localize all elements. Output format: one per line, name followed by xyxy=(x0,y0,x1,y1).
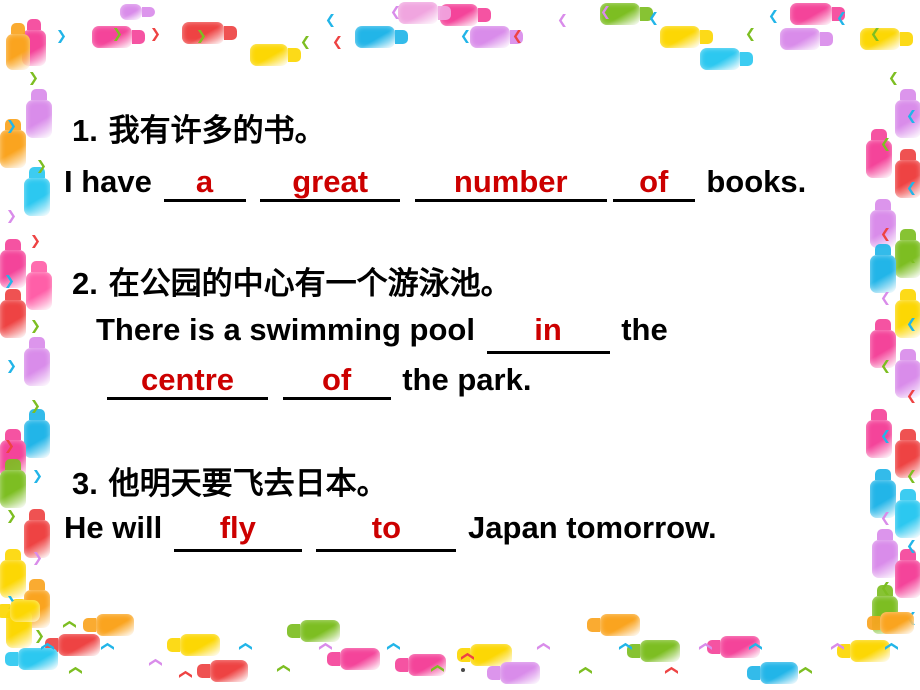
sentence-text: Japan tomorrow. xyxy=(459,510,717,545)
sentence-text: the xyxy=(612,312,668,347)
answer-blank[interactable]: in xyxy=(486,314,610,354)
sentence-text: He will xyxy=(64,510,171,545)
answer-blank[interactable]: of xyxy=(612,165,695,202)
exercise-3-chinese-line: 3. 他明天要飞去日本。 xyxy=(72,458,388,503)
sentence-text: the park. xyxy=(393,362,532,397)
answer-blank[interactable]: to xyxy=(316,512,457,552)
slide-canvas: ❮ ❮ ❮ ❮ ❮ ❮ ❮ ❮ ❮ ❮ ❮ ❮ ❮ ❮ ❮ ❮ ❮ ❮ ❮ ❮ ❮ ❮ ❮ ❮ ❮ ❮ ❮ ❮ ❮ ❮ ❮ ❮ ❮ ❮ ❮ ❮ ❮ ❮ ❮ ❮… xyxy=(0,0,920,690)
exercise-1-english-line: I have a great number of books. xyxy=(64,164,806,202)
exercise-2-chinese-text: 在公园的中心有一个游泳池。 xyxy=(108,266,512,302)
answer-blank[interactable]: fly xyxy=(173,512,302,552)
answer-blank[interactable]: great xyxy=(260,165,401,202)
answer-blank[interactable]: number xyxy=(414,165,607,202)
sentence-text xyxy=(249,164,258,199)
exercise-1-chinese-text: 我有许多的书。 xyxy=(108,113,326,149)
exercise-1-number: 1. xyxy=(72,113,98,148)
sentence-text xyxy=(305,510,314,545)
stray-period-mark xyxy=(461,668,465,672)
answer-blank[interactable]: centre xyxy=(107,363,268,400)
exercise-2-number: 2. xyxy=(72,266,98,301)
sentence-text: I have xyxy=(64,164,161,199)
exercise-3-number: 3. xyxy=(72,466,98,501)
sentence-text xyxy=(271,362,280,397)
sentence-text: books. xyxy=(697,164,807,199)
exercise-3-chinese-text: 他明天要飞去日本。 xyxy=(108,466,388,502)
answer-blank[interactable]: of xyxy=(282,363,391,400)
slide-content: 1. 我有许多的书。 I have a great number of books… xyxy=(0,0,920,690)
exercise-2-english-line-2: centre of the park. xyxy=(104,362,531,400)
exercise-2-english-line-1: There is a swimming pool in the xyxy=(96,312,668,354)
sentence-text xyxy=(403,164,412,199)
exercise-1-chinese-line: 1. 我有许多的书。 xyxy=(72,105,326,150)
answer-blank[interactable]: a xyxy=(163,165,246,202)
exercise-3-english-line: He will fly to Japan tomorrow. xyxy=(64,510,717,552)
exercise-2-chinese-line: 2. 在公园的中心有一个游泳池。 xyxy=(72,258,512,303)
sentence-text: There is a swimming pool xyxy=(96,312,484,347)
